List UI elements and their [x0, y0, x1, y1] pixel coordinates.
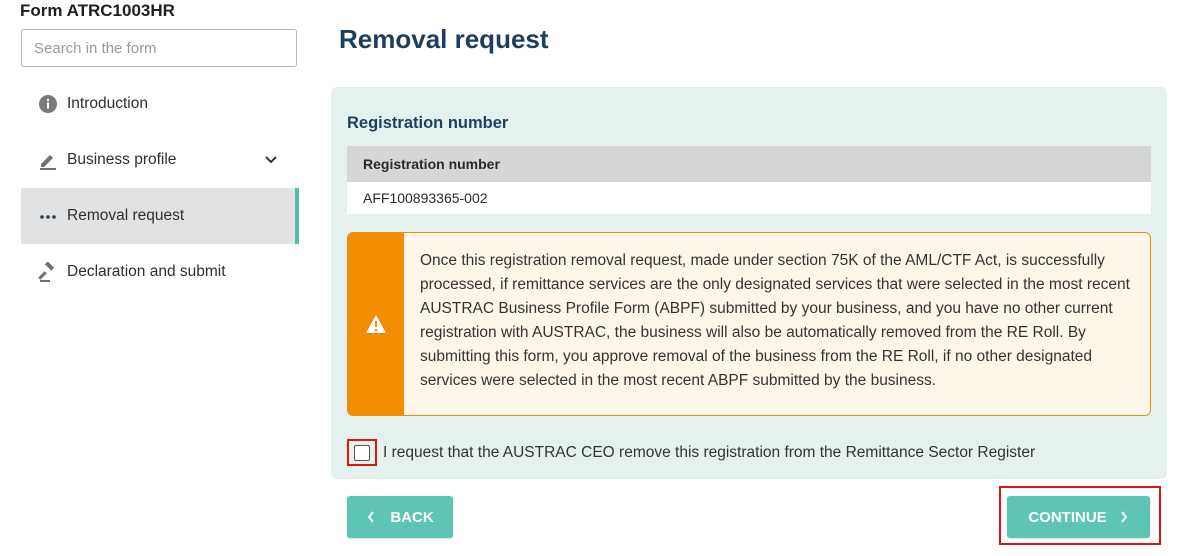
- continue-button[interactable]: CONTINUE: [1007, 496, 1150, 538]
- pencil-icon: [37, 149, 59, 171]
- sidebar-item-business-profile[interactable]: Business profile: [21, 132, 299, 188]
- warning-text: Once this registration removal request, …: [420, 252, 1130, 389]
- warning-box: Once this registration removal request, …: [347, 232, 1151, 416]
- checkbox-label: I request that the AUSTRAC CEO remove th…: [383, 443, 1036, 461]
- table-header: Registration number: [347, 146, 1151, 182]
- back-button[interactable]: BACK: [347, 496, 453, 538]
- search-input[interactable]: [21, 29, 297, 67]
- sidebar-item-label: Introduction: [67, 95, 148, 112]
- checkbox-highlight: [347, 439, 377, 466]
- registration-number-value: AFF100893365-002: [347, 182, 1151, 214]
- gavel-icon: [37, 261, 59, 283]
- sidebar-item-introduction[interactable]: Introduction: [21, 76, 299, 132]
- sidebar-item-label: Business profile: [67, 151, 177, 168]
- section-title: Registration number: [347, 114, 509, 132]
- sidebar-item-removal-request[interactable]: Removal request: [21, 188, 299, 244]
- registration-table: Registration number AFF100893365-002: [347, 146, 1151, 214]
- continue-button-label: CONTINUE: [1028, 508, 1107, 526]
- sidebar-item-label: Declaration and submit: [67, 263, 226, 280]
- info-icon: [37, 93, 59, 115]
- warning-icon: [348, 233, 404, 415]
- chevron-right-icon: [1119, 511, 1129, 523]
- removal-consent-row: I request that the AUSTRAC CEO remove th…: [347, 439, 1035, 466]
- sidebar-nav: Introduction Business profile Removal re…: [21, 76, 299, 300]
- sidebar-item-declaration-and-submit[interactable]: Declaration and submit: [21, 244, 299, 300]
- sidebar-item-label: Removal request: [67, 207, 185, 224]
- back-button-label: BACK: [390, 508, 434, 526]
- removal-request-panel: Registration number Registration number …: [331, 87, 1167, 479]
- page-title: Removal request: [339, 24, 549, 54]
- chevron-down-icon[interactable]: [263, 152, 279, 168]
- chevron-left-icon: [366, 511, 376, 523]
- form-title: Form ATRC1003HR: [20, 1, 175, 20]
- removal-consent-checkbox[interactable]: [354, 444, 370, 461]
- ellipsis-icon: [37, 205, 59, 227]
